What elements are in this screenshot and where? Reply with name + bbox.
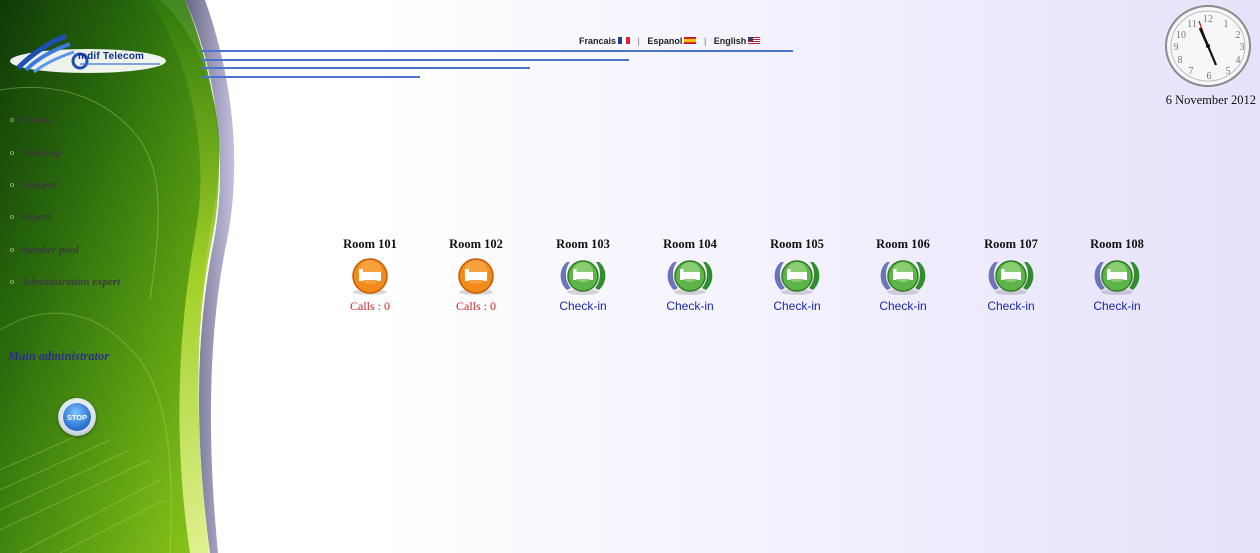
room-name: Room 102 <box>449 237 503 251</box>
room-tile-104[interactable]: Room 104 Check-in <box>640 237 740 313</box>
room-tile-108[interactable]: Room 108 Check-in <box>1067 237 1167 313</box>
svg-text:9: 9 <box>1174 42 1179 53</box>
svg-text:2: 2 <box>1236 30 1241 41</box>
sidebar-item-label: Rooms <box>21 114 53 126</box>
svg-text:10: 10 <box>1176 30 1186 41</box>
header-decor-line <box>201 67 530 69</box>
lang-label: English <box>713 36 747 46</box>
sidebar-item-wake-up[interactable]: o Wake-up <box>10 147 61 159</box>
lang-espanol[interactable]: Espanol <box>645 36 699 46</box>
header-decor-line <box>201 76 420 78</box>
lang-francais[interactable]: Francais <box>579 36 633 46</box>
bullet-icon: o <box>10 277 14 286</box>
room-tile-107[interactable]: Room 107 Check-in <box>961 237 1061 313</box>
bed-icon <box>352 258 388 295</box>
svg-text:8: 8 <box>1178 55 1183 66</box>
room-name: Room 107 <box>984 237 1038 251</box>
separator: | <box>703 36 707 46</box>
room-name: Room 106 <box>876 237 930 251</box>
room-name: Room 101 <box>343 237 397 251</box>
analog-clock-icon: 12 12 3 45 6 78 91011 <box>1165 5 1251 87</box>
room-status: Calls : 0 <box>349 299 390 313</box>
room-tile-102[interactable]: Room 102 Calls : 0 <box>426 237 526 314</box>
room-tile-101[interactable]: Room 101 Calls : 0 <box>320 237 420 314</box>
lang-label: Francais <box>579 36 617 46</box>
sidebar-item-label: Administration expert <box>21 276 121 288</box>
bed-icon <box>458 258 494 295</box>
current-date: 6 November 2012 <box>1165 93 1256 107</box>
bullet-icon: o <box>10 115 14 124</box>
room-name: Room 104 <box>663 237 717 251</box>
checkin-bed-icon <box>560 260 606 295</box>
logo-text: mdif Telecom <box>78 51 145 62</box>
checkin-bed-icon <box>774 260 820 295</box>
stop-icon: STOP <box>63 403 91 431</box>
room-name: Room 108 <box>1090 237 1144 251</box>
header-decor-line <box>201 50 793 52</box>
logo-tagline-bar <box>80 63 160 65</box>
sidebar-item-report[interactable]: o Report <box>10 211 52 223</box>
separator: | <box>637 36 640 46</box>
room-name: Room 103 <box>556 237 610 251</box>
sidebar-item-number-pool[interactable]: o number pool <box>10 244 79 256</box>
bullet-icon: o <box>10 212 14 221</box>
spain-flag-icon <box>684 37 697 44</box>
svg-text:3: 3 <box>1240 42 1245 53</box>
svg-text:4: 4 <box>1236 55 1241 66</box>
room-status: Check-in <box>1093 299 1141 313</box>
france-flag-icon <box>618 37 631 44</box>
sidebar-item-label: Report <box>21 211 52 223</box>
sidebar-item-rooms[interactable]: o Rooms <box>10 114 52 126</box>
usa-flag-icon <box>748 37 761 44</box>
sidebar-item-hotspot[interactable]: o Hotspot <box>10 179 56 191</box>
checkin-bed-icon <box>1094 260 1140 295</box>
svg-text:5: 5 <box>1226 66 1231 77</box>
room-status: Check-in <box>773 299 821 313</box>
language-selector: Francais | Espanol | English <box>579 36 761 46</box>
checkin-bed-icon <box>667 260 713 295</box>
room-status: Check-in <box>987 299 1035 313</box>
svg-text:6: 6 <box>1207 71 1212 82</box>
room-status: Calls : 0 <box>455 299 496 313</box>
room-status: Check-in <box>559 299 607 313</box>
room-status: Check-in <box>879 299 927 313</box>
lang-label: Espanol <box>647 36 683 46</box>
room-status: Check-in <box>666 299 714 313</box>
current-user-label: Main administrator <box>8 349 110 363</box>
checkin-bed-icon <box>988 260 1034 295</box>
lang-english[interactable]: English <box>711 36 761 46</box>
sidebar-item-administration-expert[interactable]: o Administration expert <box>10 276 120 288</box>
room-tile-105[interactable]: Room 105 Check-in <box>747 237 847 313</box>
bullet-icon: o <box>10 245 14 254</box>
room-tile-106[interactable]: Room 106 Check-in <box>853 237 953 313</box>
svg-text:11: 11 <box>1187 19 1197 30</box>
bullet-icon: o <box>10 180 14 189</box>
svg-text:7: 7 <box>1189 66 1194 77</box>
bullet-icon: o <box>10 148 14 157</box>
sidebar-item-label: Hotspot <box>21 179 57 191</box>
svg-text:12: 12 <box>1203 14 1213 25</box>
checkin-bed-icon <box>880 260 926 295</box>
stop-logout-button[interactable]: STOP <box>58 398 96 436</box>
sidebar-item-label: number pool <box>21 244 79 256</box>
sidebar-item-label: Wake-up <box>21 147 62 159</box>
room-tile-103[interactable]: Room 103 Check-in <box>533 237 633 313</box>
sidebar: mdif Telecom o Rooms o Wake-up o Hotspot oR… <box>0 0 240 553</box>
header-decor-line <box>201 59 629 61</box>
svg-text:1: 1 <box>1224 19 1229 30</box>
room-name: Room 105 <box>770 237 824 251</box>
